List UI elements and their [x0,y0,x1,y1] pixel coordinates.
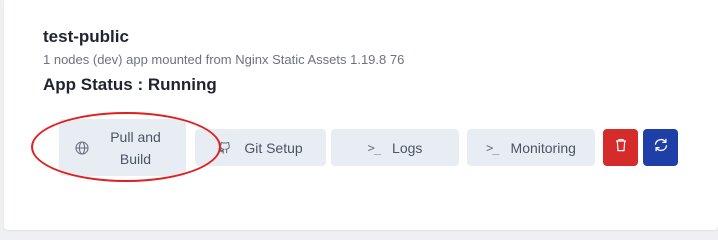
logs-button[interactable]: >_ Logs [331,129,459,166]
app-description: 1 nodes (dev) app mounted from Nginx Sta… [43,52,405,67]
terminal-icon: >_ [486,140,499,155]
app-card: test-public 1 nodes (dev) app mounted fr… [4,0,718,230]
monitoring-button[interactable]: >_ Monitoring [467,129,595,166]
refresh-icon [653,138,669,157]
monitoring-label: Monitoring [510,139,576,156]
git-setup-button[interactable]: Git Setup [195,129,326,166]
git-setup-label: Git Setup [244,139,303,156]
logs-label: Logs [392,139,423,156]
github-icon [218,141,232,155]
delete-button[interactable] [603,129,638,166]
trash-icon [615,138,627,157]
app-status: App Status : Running [43,75,217,94]
globe-icon [74,140,89,155]
app-title: test-public [43,27,129,46]
refresh-button[interactable] [643,129,678,166]
terminal-icon: >_ [367,140,381,155]
pull-and-build-button[interactable]: Pull and Build [59,119,186,176]
pull-and-build-label: Pull and Build [110,128,161,167]
